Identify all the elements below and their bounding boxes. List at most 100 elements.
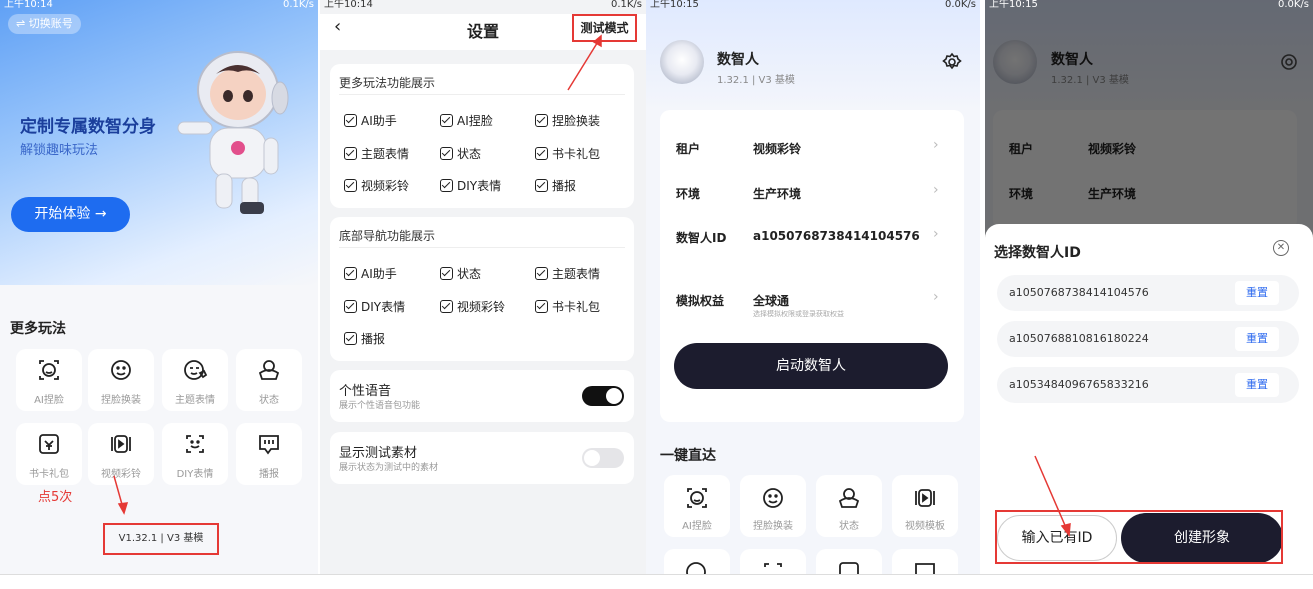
digital-human-screen: 上午10:15 0.0K/s 数智人 1.32.1 | V3 基模 租户 视频彩铃… — [646, 0, 980, 574]
toggle-knob — [606, 388, 622, 404]
shortcut-label: 捏脸换装 — [753, 521, 793, 532]
launch-button[interactable]: 启动数智人 — [674, 343, 948, 389]
checkbox-face-dress[interactable]: 捏脸换装 — [535, 112, 600, 129]
checkbox-theme-emoji[interactable]: 主题表情 — [344, 145, 409, 162]
checkbox-book-gift[interactable]: 书卡礼包 — [535, 145, 600, 162]
tile-label: 视频彩铃 — [101, 469, 141, 480]
tile-broadcast[interactable]: 播报 — [236, 423, 302, 485]
checkbox-icon — [535, 114, 548, 127]
checkbox-ai-assistant[interactable]: AI助手 — [344, 112, 397, 129]
checkbox-icon — [440, 300, 453, 313]
tile-ai-face[interactable]: AI捏脸 — [16, 349, 82, 411]
checkbox-label: DIY表情 — [361, 300, 406, 314]
checkbox-label: AI捏脸 — [457, 114, 493, 128]
shortcut-row2-item[interactable] — [892, 549, 958, 574]
checkbox-icon — [344, 332, 357, 345]
toggle-title: 个性语音 — [339, 384, 392, 399]
toggle-title: 显示测试素材 — [339, 446, 418, 461]
id-row[interactable]: a1050768810816180224 重置 — [997, 321, 1299, 357]
status-time: 上午10:14 — [4, 0, 53, 10]
checkbox-label: AI助手 — [361, 267, 397, 281]
checkbox-icon — [344, 300, 357, 313]
checkbox-diy-emoji[interactable]: DIY表情 — [344, 298, 405, 315]
reset-button[interactable]: 重置 — [1235, 281, 1279, 305]
checkbox-icon — [344, 147, 357, 160]
shortcut-status[interactable]: 状态 — [816, 475, 882, 537]
shortcut-face-dress[interactable]: 捏脸换装 — [740, 475, 806, 537]
checkbox-icon — [440, 179, 453, 192]
shortcut-row2-item[interactable] — [664, 549, 730, 574]
status-time: 上午10:15 — [650, 0, 699, 10]
shortcut-video-template[interactable]: 视频模板 — [892, 475, 958, 537]
chevron-right-icon[interactable]: › — [933, 182, 939, 198]
diy-face-icon — [764, 563, 782, 567]
checkbox-status[interactable]: 状态 — [440, 265, 481, 282]
row-value-env[interactable]: 生产环境 — [753, 185, 801, 202]
version-label[interactable]: V1.32.1 | V3 基模 — [103, 523, 219, 555]
tile-face-dress[interactable]: 捏脸换装 — [88, 349, 154, 411]
checkbox-label: 视频彩铃 — [361, 179, 410, 193]
checkbox-label: 书卡礼包 — [552, 147, 601, 161]
voice-toggle[interactable] — [582, 386, 624, 406]
test-material-toggle[interactable] — [582, 448, 624, 468]
checkbox-theme-emoji[interactable]: 主题表情 — [535, 265, 600, 282]
toggle-knob — [584, 450, 600, 466]
status-bar: 上午10:14 0.1K/s — [0, 0, 318, 14]
test-mode-button[interactable]: 测试模式 — [572, 14, 637, 42]
diy-face-icon — [186, 435, 204, 453]
tile-diy-emoji[interactable]: DIY表情 — [162, 423, 228, 485]
status-time: 上午10:15 — [989, 0, 1038, 10]
checkbox-book-gift[interactable]: 书卡礼包 — [535, 298, 600, 315]
status-icon — [258, 360, 280, 380]
close-icon[interactable]: ✕ — [1273, 240, 1289, 256]
row-value-rights[interactable]: 全球通 — [753, 292, 789, 309]
checkbox-icon — [440, 267, 453, 280]
reset-button[interactable]: 重置 — [1235, 373, 1279, 397]
row-label-tenant: 租户 — [676, 142, 701, 156]
checkbox-video-ring[interactable]: 视频彩铃 — [344, 177, 409, 194]
checkbox-icon — [535, 179, 548, 192]
id-row[interactable]: a1053484096765833216 重置 — [997, 367, 1299, 403]
tile-label: DIY表情 — [176, 469, 214, 480]
row-sub-rights: 选择模拟权限或登录获取权益 — [753, 310, 844, 318]
settings-screen: 上午10:14 0.1K/s ‹ 设置 测试模式 更多玩法功能展示 AI助手 AI… — [320, 0, 646, 574]
chevron-right-icon[interactable]: › — [933, 226, 939, 242]
checkbox-broadcast[interactable]: 播报 — [344, 330, 385, 347]
chevron-right-icon[interactable]: › — [933, 289, 939, 305]
checkbox-status[interactable]: 状态 — [440, 145, 481, 162]
tile-theme-emoji[interactable]: 主题表情 — [162, 349, 228, 411]
digital-human-name: 数智人 — [717, 52, 759, 68]
start-experience-button[interactable]: 开始体验 → — [11, 197, 130, 232]
checkbox-icon — [344, 114, 357, 127]
tile-video-ring[interactable]: 视频彩铃 — [88, 423, 154, 485]
gear-icon — [1281, 54, 1297, 70]
shortcut-row2-item[interactable] — [816, 549, 882, 574]
checkbox-label: AI助手 — [361, 114, 397, 128]
shortcut-label: 视频模板 — [905, 521, 945, 532]
row-value-id[interactable]: a1050768738414104576 — [753, 229, 920, 243]
checkbox-video-ring[interactable]: 视频彩铃 — [440, 298, 505, 315]
shortcut-label: 状态 — [839, 521, 859, 532]
divider — [339, 247, 625, 248]
checkbox-diy-emoji[interactable]: DIY表情 — [440, 177, 501, 194]
chevron-right-icon[interactable]: › — [933, 137, 939, 153]
switch-account-button[interactable]: ⇌ 切换账号 — [8, 14, 81, 34]
card-title: 底部导航功能展示 — [339, 229, 436, 243]
checkbox-ai-face[interactable]: AI捏脸 — [440, 112, 493, 129]
divider — [339, 94, 625, 95]
tap-annotation: 点5次 — [38, 490, 73, 505]
shortcut-ai-face[interactable]: AI捏脸 — [664, 475, 730, 537]
status-bar: 上午10:15 0.0K/s — [985, 0, 1313, 14]
face-scan-icon — [687, 488, 707, 508]
shortcut-row2-item[interactable] — [740, 549, 806, 574]
row-value-tenant[interactable]: 视频彩铃 — [753, 140, 801, 157]
checkbox-ai-assistant[interactable]: AI助手 — [344, 265, 397, 282]
gear-icon[interactable] — [942, 52, 962, 72]
checkbox-broadcast[interactable]: 播报 — [535, 177, 576, 194]
tile-book-gift[interactable]: 书卡礼包 — [16, 423, 82, 485]
reset-button[interactable]: 重置 — [1235, 327, 1279, 351]
face-scan-icon — [39, 360, 59, 380]
tile-label: 捏脸换装 — [101, 395, 141, 406]
id-row[interactable]: a1050768738414104576 重置 — [997, 275, 1299, 311]
tile-status[interactable]: 状态 — [236, 349, 302, 411]
